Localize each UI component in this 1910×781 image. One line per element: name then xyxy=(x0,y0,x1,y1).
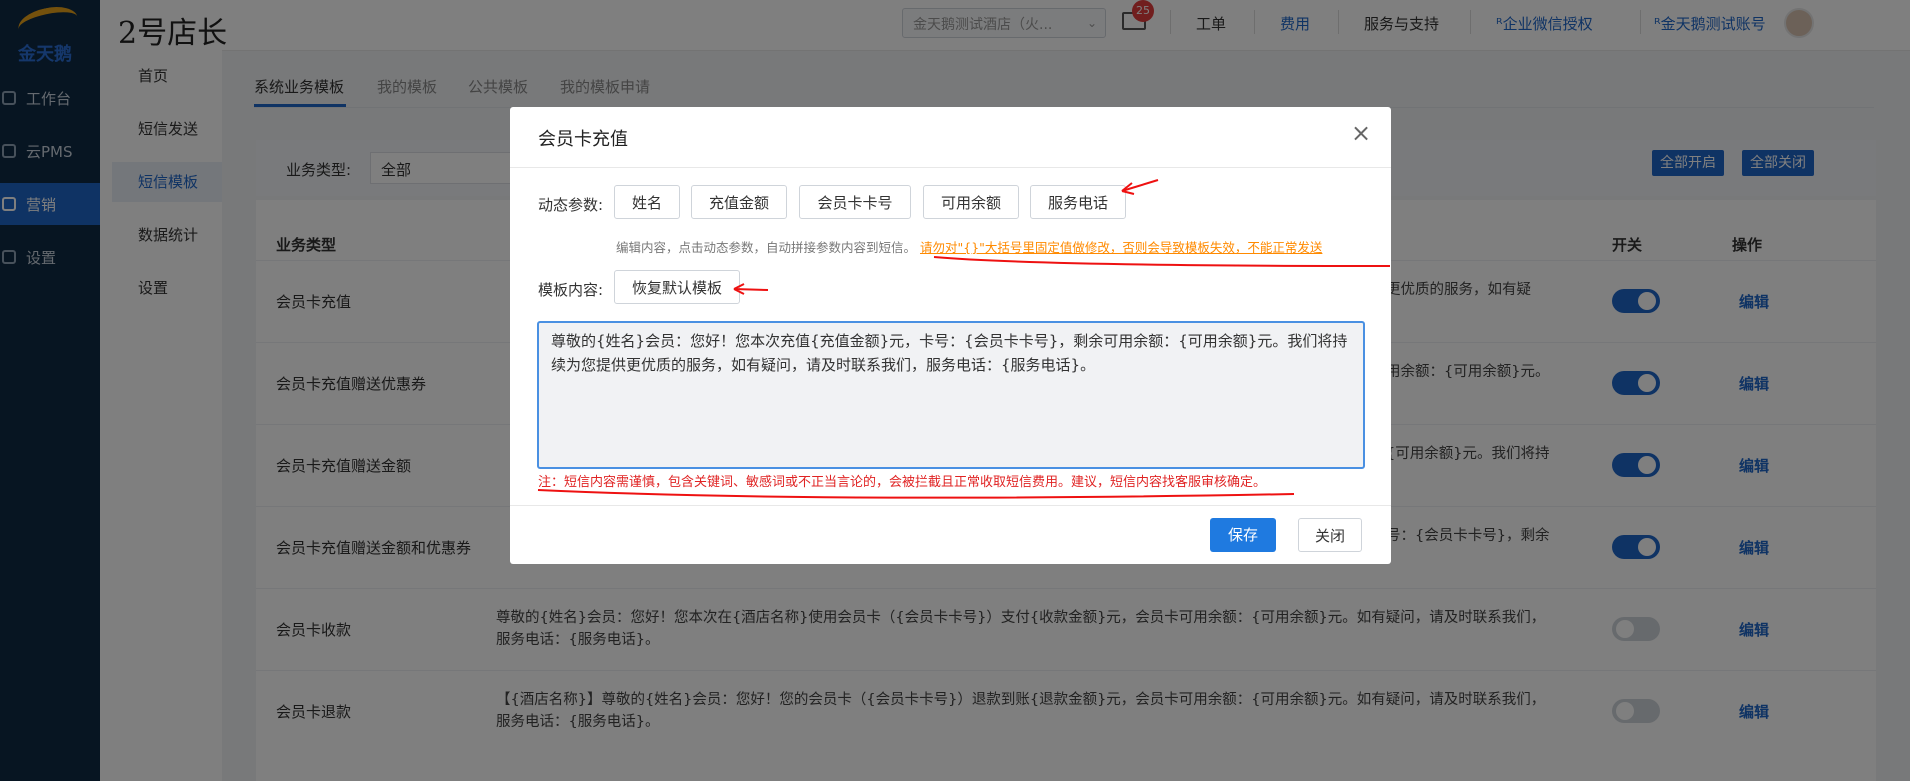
param-amount-button[interactable]: 充值金额 xyxy=(691,185,787,219)
recharge-template-modal: 会员卡充值 × 动态参数: 姓名 充值金额 会员卡卡号 可用余额 服务电话 编辑… xyxy=(510,107,1391,564)
content-label: 模板内容: xyxy=(538,281,604,299)
modal-footer: 保存 关闭 xyxy=(510,505,1391,565)
restore-default-button[interactable]: 恢复默认模板 xyxy=(614,270,740,304)
param-balance-button[interactable]: 可用余额 xyxy=(923,185,1019,219)
params-label: 动态参数: xyxy=(538,196,604,214)
param-phone-button[interactable]: 服务电话 xyxy=(1030,185,1126,219)
close-icon[interactable]: × xyxy=(1349,121,1373,145)
hint-main: 编辑内容，点击动态参数，自动拼接参数内容到短信。 xyxy=(616,240,917,255)
save-button[interactable]: 保存 xyxy=(1210,518,1276,552)
close-button[interactable]: 关闭 xyxy=(1298,518,1362,552)
param-name-button[interactable]: 姓名 xyxy=(614,185,680,219)
template-textarea[interactable]: 尊敬的{姓名}会员：您好！您本次充值{充值金额}元，卡号：{会员卡卡号}，剩余可… xyxy=(537,321,1365,469)
hint-text: 编辑内容，点击动态参数，自动拼接参数内容到短信。 请勿对"{}"大括号里固定值做… xyxy=(616,237,1322,256)
modal-title: 会员卡充值 xyxy=(538,129,628,150)
modal-header: 会员卡充值 × xyxy=(510,107,1391,168)
notice-text: 注：短信内容需谨慎，包含关键词、敏感词或不正当言论的，会被拦截且正常收取短信费用… xyxy=(538,475,1267,490)
hint-warning: 请勿对"{}"大括号里固定值做修改，否则会导致模板失效，不能正常发送 xyxy=(920,240,1323,255)
param-card-no-button[interactable]: 会员卡卡号 xyxy=(799,185,911,219)
